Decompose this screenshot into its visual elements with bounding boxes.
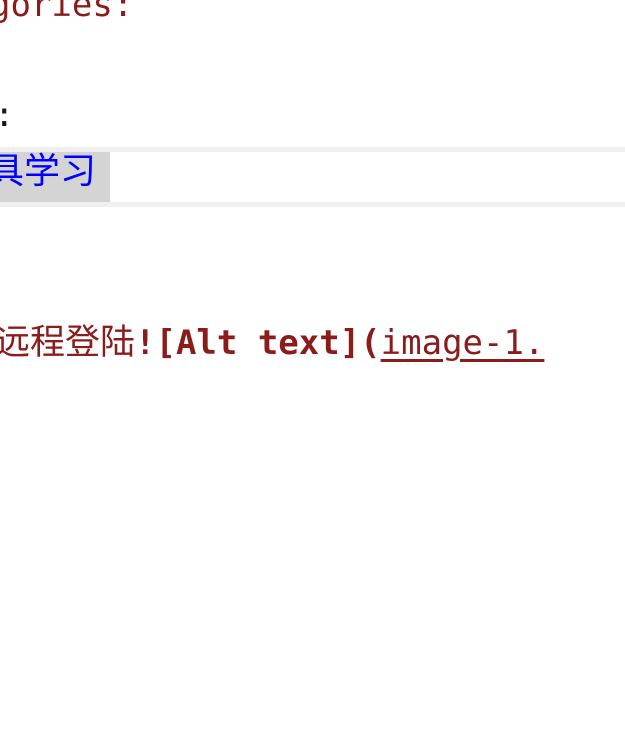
frontmatter-tag-value[interactable]: 具学习 — [0, 154, 96, 190]
image-path-link[interactable]: image-1. — [381, 323, 545, 363]
frontmatter-tags-line: : — [0, 98, 14, 132]
markdown-body-line[interactable]: 远程登陆![Alt text](image-1. — [0, 326, 544, 361]
markdown-editor[interactable]: gories: : 具学习 远程登陆![Alt text](image-1. — [0, 0, 625, 753]
image-markdown-syntax: ![Alt text]( — [135, 323, 381, 363]
frontmatter-categories-line: gories: — [0, 0, 134, 25]
body-prefix-text: 远程登陆 — [0, 323, 136, 363]
